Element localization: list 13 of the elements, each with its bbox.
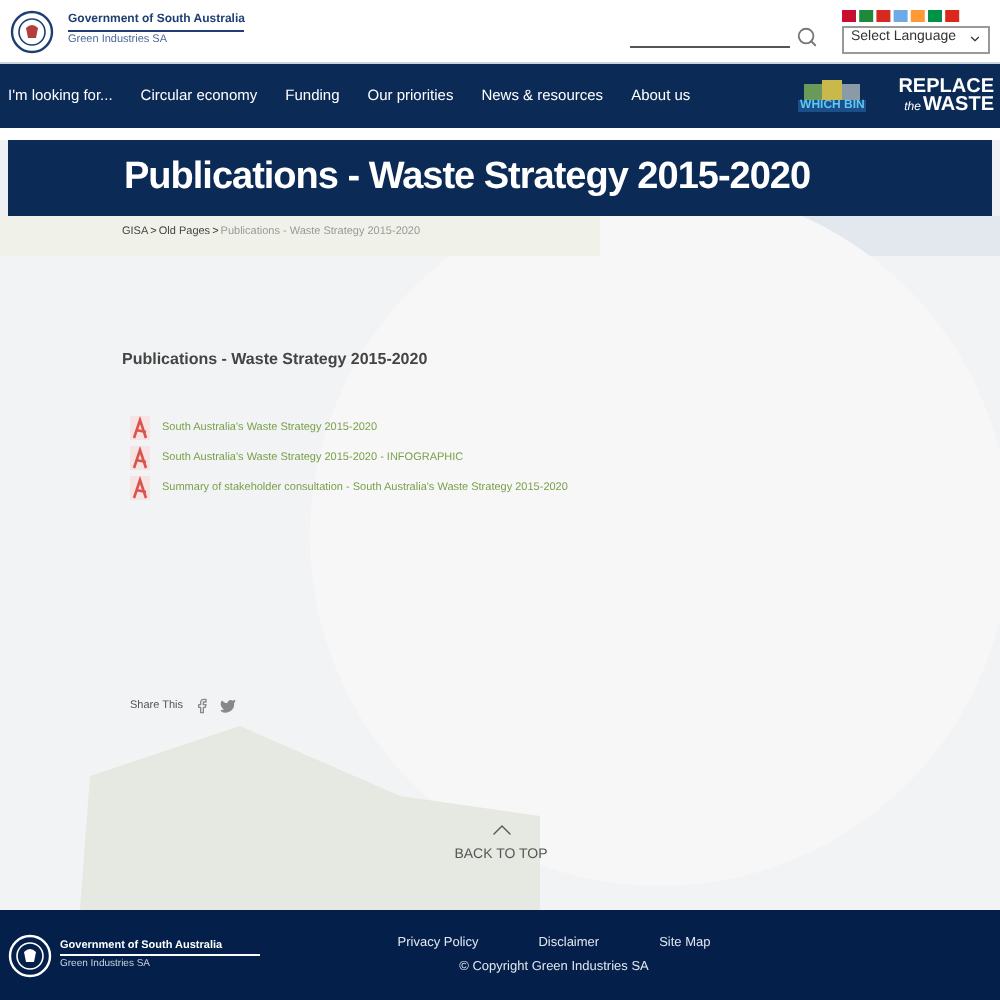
pdf-icon: [130, 416, 150, 440]
pdf-icon: [130, 476, 150, 500]
crest-icon: [8, 933, 52, 977]
search-icon[interactable]: [796, 26, 819, 48]
section-heading: Publications - Waste Strategy 2015-2020: [122, 348, 430, 372]
language-flags-drawing: [842, 9, 963, 21]
facebook-icon[interactable]: [193, 698, 209, 715]
bins-icon: [802, 80, 863, 100]
pdf-icon: [130, 446, 150, 470]
chevron-down-icon: [968, 32, 982, 46]
twitter-icon[interactable]: [219, 698, 235, 715]
crest-icon: [10, 9, 54, 53]
page-title: Publications - Waste Strategy 2015-2020: [124, 153, 811, 202]
